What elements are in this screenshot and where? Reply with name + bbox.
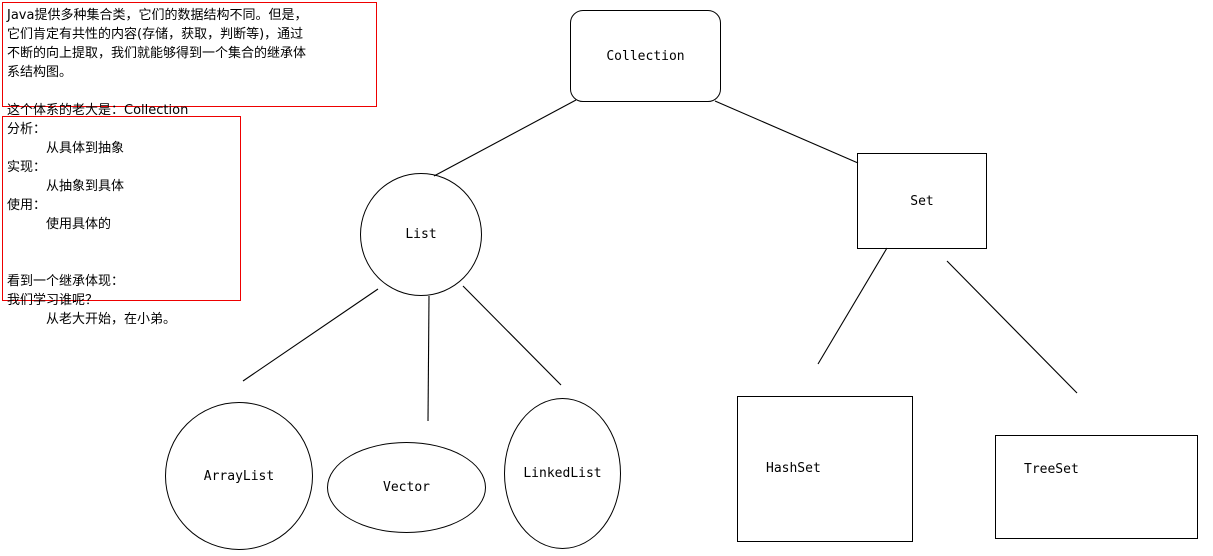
node-vector[interactable]: Vector xyxy=(327,442,486,533)
note-intro: Java提供多种集合类，它们的数据结构不同。但是， 它们肯定有共性的内容(存储，… xyxy=(2,2,377,118)
node-hashset-label: HashSet xyxy=(766,461,821,476)
edge-list-vector xyxy=(427,295,430,422)
edge-set-hashset xyxy=(817,247,888,365)
node-collection-label: Collection xyxy=(606,48,685,64)
node-collection[interactable]: Collection xyxy=(570,10,721,102)
node-linkedlist[interactable]: LinkedList xyxy=(504,398,621,549)
node-treeset[interactable]: TreeSet xyxy=(995,435,1198,539)
node-list[interactable]: List xyxy=(360,173,482,296)
diagram-canvas: Java提供多种集合类，它们的数据结构不同。但是， 它们肯定有共性的内容(存储，… xyxy=(0,0,1213,556)
node-list-label: List xyxy=(405,227,437,242)
edge-list-linkedlist xyxy=(462,285,562,386)
node-vector-label: Vector xyxy=(383,480,430,495)
node-set-label: Set xyxy=(910,193,934,209)
node-treeset-label: TreeSet xyxy=(1024,462,1079,477)
edge-collection-list xyxy=(433,99,577,177)
node-set[interactable]: Set xyxy=(857,153,987,249)
note-analysis: 分析： 从具体到抽象 实现： 从抽象到具体 使用： 使用具体的 看到一个继承体现… xyxy=(2,116,241,327)
node-hashset[interactable]: HashSet xyxy=(737,396,913,542)
node-arraylist-label: ArrayList xyxy=(203,468,275,484)
node-linkedlist-label: LinkedList xyxy=(523,466,602,481)
edge-list-arraylist xyxy=(242,288,379,382)
node-arraylist[interactable]: ArrayList xyxy=(165,402,313,550)
edge-collection-set xyxy=(714,100,859,164)
edge-set-treeset xyxy=(946,260,1078,394)
